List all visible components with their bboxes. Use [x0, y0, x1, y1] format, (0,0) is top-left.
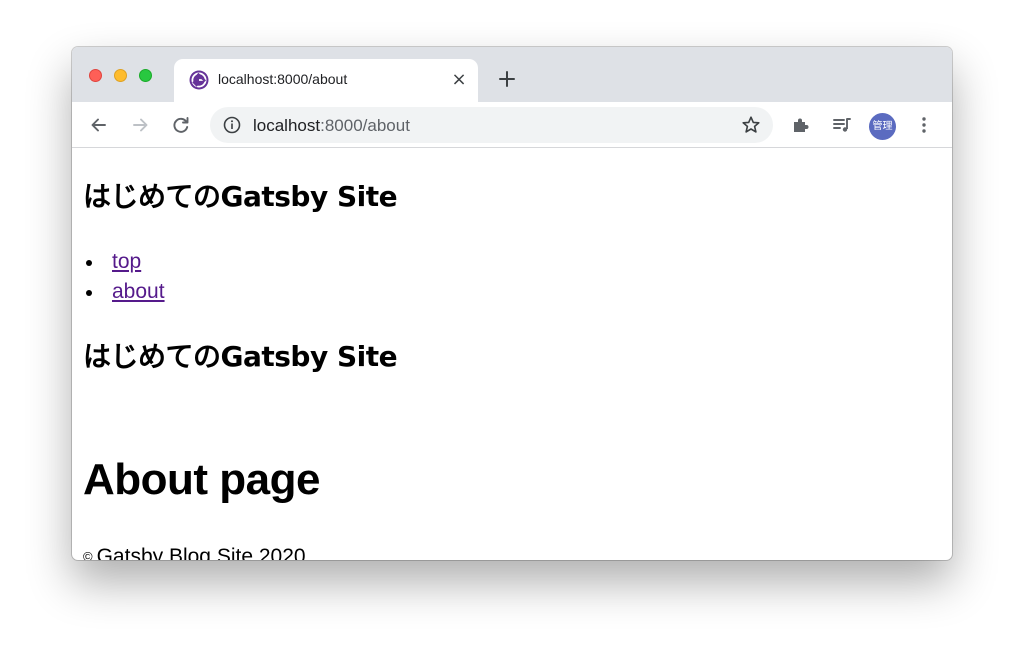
- nav-item-about: about: [86, 277, 165, 307]
- tab-title: localhost:8000/about: [218, 71, 348, 87]
- arrow-left-icon[interactable]: [89, 115, 109, 135]
- kebab-menu-icon[interactable]: [914, 115, 934, 135]
- playlist-icon[interactable]: [832, 115, 852, 135]
- page-content: はじめてのGatsby Site top about はじめてのGatsby S…: [72, 149, 952, 560]
- close-icon[interactable]: ×: [450, 71, 468, 89]
- close-window-button[interactable]: [89, 69, 102, 82]
- puzzle-icon[interactable]: [791, 115, 811, 135]
- site-header-title: はじめてのGatsby Site: [83, 180, 398, 213]
- browser-window: localhost:8000/about × localhost:8000/ab…: [72, 47, 952, 560]
- footer-text: Gatsby Blog Site 2020: [96, 545, 306, 560]
- plus-icon[interactable]: [496, 68, 518, 90]
- copyright-symbol: ©: [83, 549, 93, 560]
- minimize-window-button[interactable]: [114, 69, 127, 82]
- url-text[interactable]: localhost:8000/about: [253, 116, 410, 136]
- address-bar[interactable]: localhost:8000/about: [210, 107, 773, 143]
- page-heading: About page: [83, 455, 320, 504]
- browser-toolbar: localhost:8000/about 管理: [72, 102, 952, 148]
- reload-icon[interactable]: [171, 115, 191, 135]
- url-host: localhost: [253, 116, 321, 135]
- arrow-right-icon[interactable]: [130, 115, 150, 135]
- profile-avatar[interactable]: 管理: [869, 113, 896, 140]
- url-path: :8000/about: [320, 116, 410, 135]
- star-icon[interactable]: [741, 115, 761, 135]
- section-title: はじめてのGatsby Site: [83, 340, 398, 373]
- gatsby-logo-icon: [189, 70, 209, 90]
- tab-strip: localhost:8000/about ×: [72, 47, 952, 102]
- nav-link-about[interactable]: about: [112, 280, 165, 303]
- tab-active[interactable]: localhost:8000/about ×: [174, 59, 478, 102]
- nav-link-top[interactable]: top: [112, 250, 141, 273]
- nav-item-top: top: [86, 247, 165, 277]
- page-footer: © Gatsby Blog Site 2020: [83, 545, 306, 560]
- maximize-window-button[interactable]: [139, 69, 152, 82]
- info-icon[interactable]: [223, 116, 241, 134]
- site-nav: top about: [86, 247, 165, 307]
